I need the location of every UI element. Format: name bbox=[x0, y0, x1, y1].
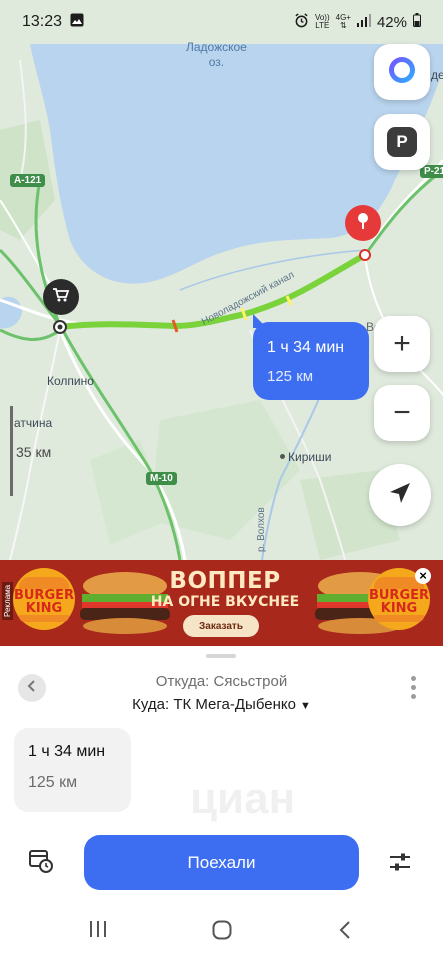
sliders-icon bbox=[388, 853, 412, 878]
parking-icon: P bbox=[387, 127, 417, 157]
zoom-in-button[interactable]: + bbox=[374, 316, 430, 372]
route-settings-button[interactable] bbox=[388, 850, 414, 876]
status-bar: 13:23 Vo)) LTE 4G+ ⇅ 42% bbox=[0, 0, 443, 44]
alice-icon bbox=[387, 55, 417, 90]
city-gatchina: атчина bbox=[14, 416, 53, 430]
gallery-icon bbox=[70, 13, 84, 32]
route-to-label: Куда: ТК Мега-Дыбенко bbox=[132, 696, 296, 713]
route-bubble-distance: 125 км bbox=[267, 368, 314, 385]
ad-order-button[interactable]: Заказать bbox=[183, 615, 259, 637]
more-options-button[interactable] bbox=[411, 676, 417, 699]
back-nav-icon[interactable] bbox=[338, 920, 352, 945]
route-bubble-duration: 1 ч 34 мин bbox=[267, 339, 345, 356]
road-badge-p21: Р-21 bbox=[420, 165, 443, 178]
status-right-group: Vo)) LTE 4G+ ⇅ 42% bbox=[294, 12, 421, 32]
route-info-bubble[interactable]: 1 ч 34 мин 125 км bbox=[253, 314, 369, 400]
watermark-text: циан bbox=[190, 774, 296, 823]
parking-button[interactable]: P bbox=[374, 114, 430, 170]
zoom-out-button[interactable]: − bbox=[374, 385, 430, 441]
shopping-cart-icon bbox=[52, 287, 70, 308]
city-kirishi-dot bbox=[280, 454, 285, 459]
plus-icon: + bbox=[393, 327, 411, 360]
route-card-duration: 1 ч 34 мин bbox=[28, 743, 106, 760]
ad-banner[interactable]: Реклама BURGER KING ВОППЕР НА ОГНЕ ВКУСН… bbox=[0, 560, 443, 646]
recent-apps-icon[interactable] bbox=[88, 920, 108, 943]
lake-label: Ладожское оз. bbox=[186, 40, 247, 69]
river-label: р. Волхов bbox=[256, 507, 267, 552]
battery-percent: 42% bbox=[376, 13, 407, 31]
volte-indicator: Vo)) LTE bbox=[314, 13, 330, 30]
calendar-clock-icon bbox=[28, 850, 54, 878]
ad-tag: Реклама bbox=[2, 581, 13, 620]
minus-icon: − bbox=[393, 396, 411, 429]
go-button[interactable]: Поехали bbox=[84, 835, 359, 890]
pin-icon bbox=[356, 212, 370, 235]
ad-headline: ВОППЕР bbox=[169, 568, 281, 594]
sheet-drag-handle[interactable] bbox=[206, 654, 236, 658]
destination-marker[interactable] bbox=[345, 205, 381, 241]
city-de: де bbox=[431, 68, 443, 82]
battery-icon bbox=[413, 13, 421, 31]
home-icon[interactable] bbox=[212, 920, 232, 945]
start-marker[interactable] bbox=[43, 279, 79, 315]
map-scale-bar bbox=[10, 406, 13, 496]
status-time: 13:23 bbox=[22, 13, 63, 30]
route-to[interactable]: Куда: ТК Мега-Дыбенко ▼ bbox=[0, 696, 443, 713]
signal-icon bbox=[356, 13, 371, 31]
navigation-arrow-icon bbox=[387, 480, 413, 511]
route-bottom-sheet[interactable]: Откуда: Сясьстрой Куда: ТК Мега-Дыбенко ▼… bbox=[0, 646, 443, 900]
alice-assistant-button[interactable] bbox=[374, 44, 430, 100]
road-badge-m10: М-10 bbox=[146, 472, 177, 485]
city-kirishi: Кириши bbox=[288, 450, 332, 464]
city-kolpino: Колпино bbox=[47, 374, 94, 388]
burger-king-logo-left: BURGER KING bbox=[13, 568, 75, 630]
route-option-card[interactable]: 1 ч 34 мин 125 км bbox=[14, 728, 131, 812]
ad-subline: НА ОГНЕ ВКУСНЕЕ bbox=[150, 594, 300, 610]
map-scale-label: 35 км bbox=[16, 444, 52, 460]
alarm-icon bbox=[294, 12, 309, 32]
ad-close-button[interactable]: × bbox=[415, 568, 431, 584]
network-indicator: 4G+ ⇅ bbox=[335, 13, 351, 30]
schedule-departure-button[interactable] bbox=[28, 848, 56, 876]
my-location-button[interactable] bbox=[369, 464, 431, 526]
map-view[interactable]: 13:23 Vo)) LTE 4G+ ⇅ 42% Ладожское оз. Н… bbox=[0, 0, 443, 560]
route-from[interactable]: Откуда: Сясьстрой bbox=[0, 673, 443, 690]
route-card-distance: 125 км bbox=[28, 774, 78, 791]
caret-down-icon: ▼ bbox=[299, 700, 311, 712]
road-badge-a121: А-121 bbox=[10, 174, 46, 187]
system-navigation-bar bbox=[0, 900, 443, 960]
